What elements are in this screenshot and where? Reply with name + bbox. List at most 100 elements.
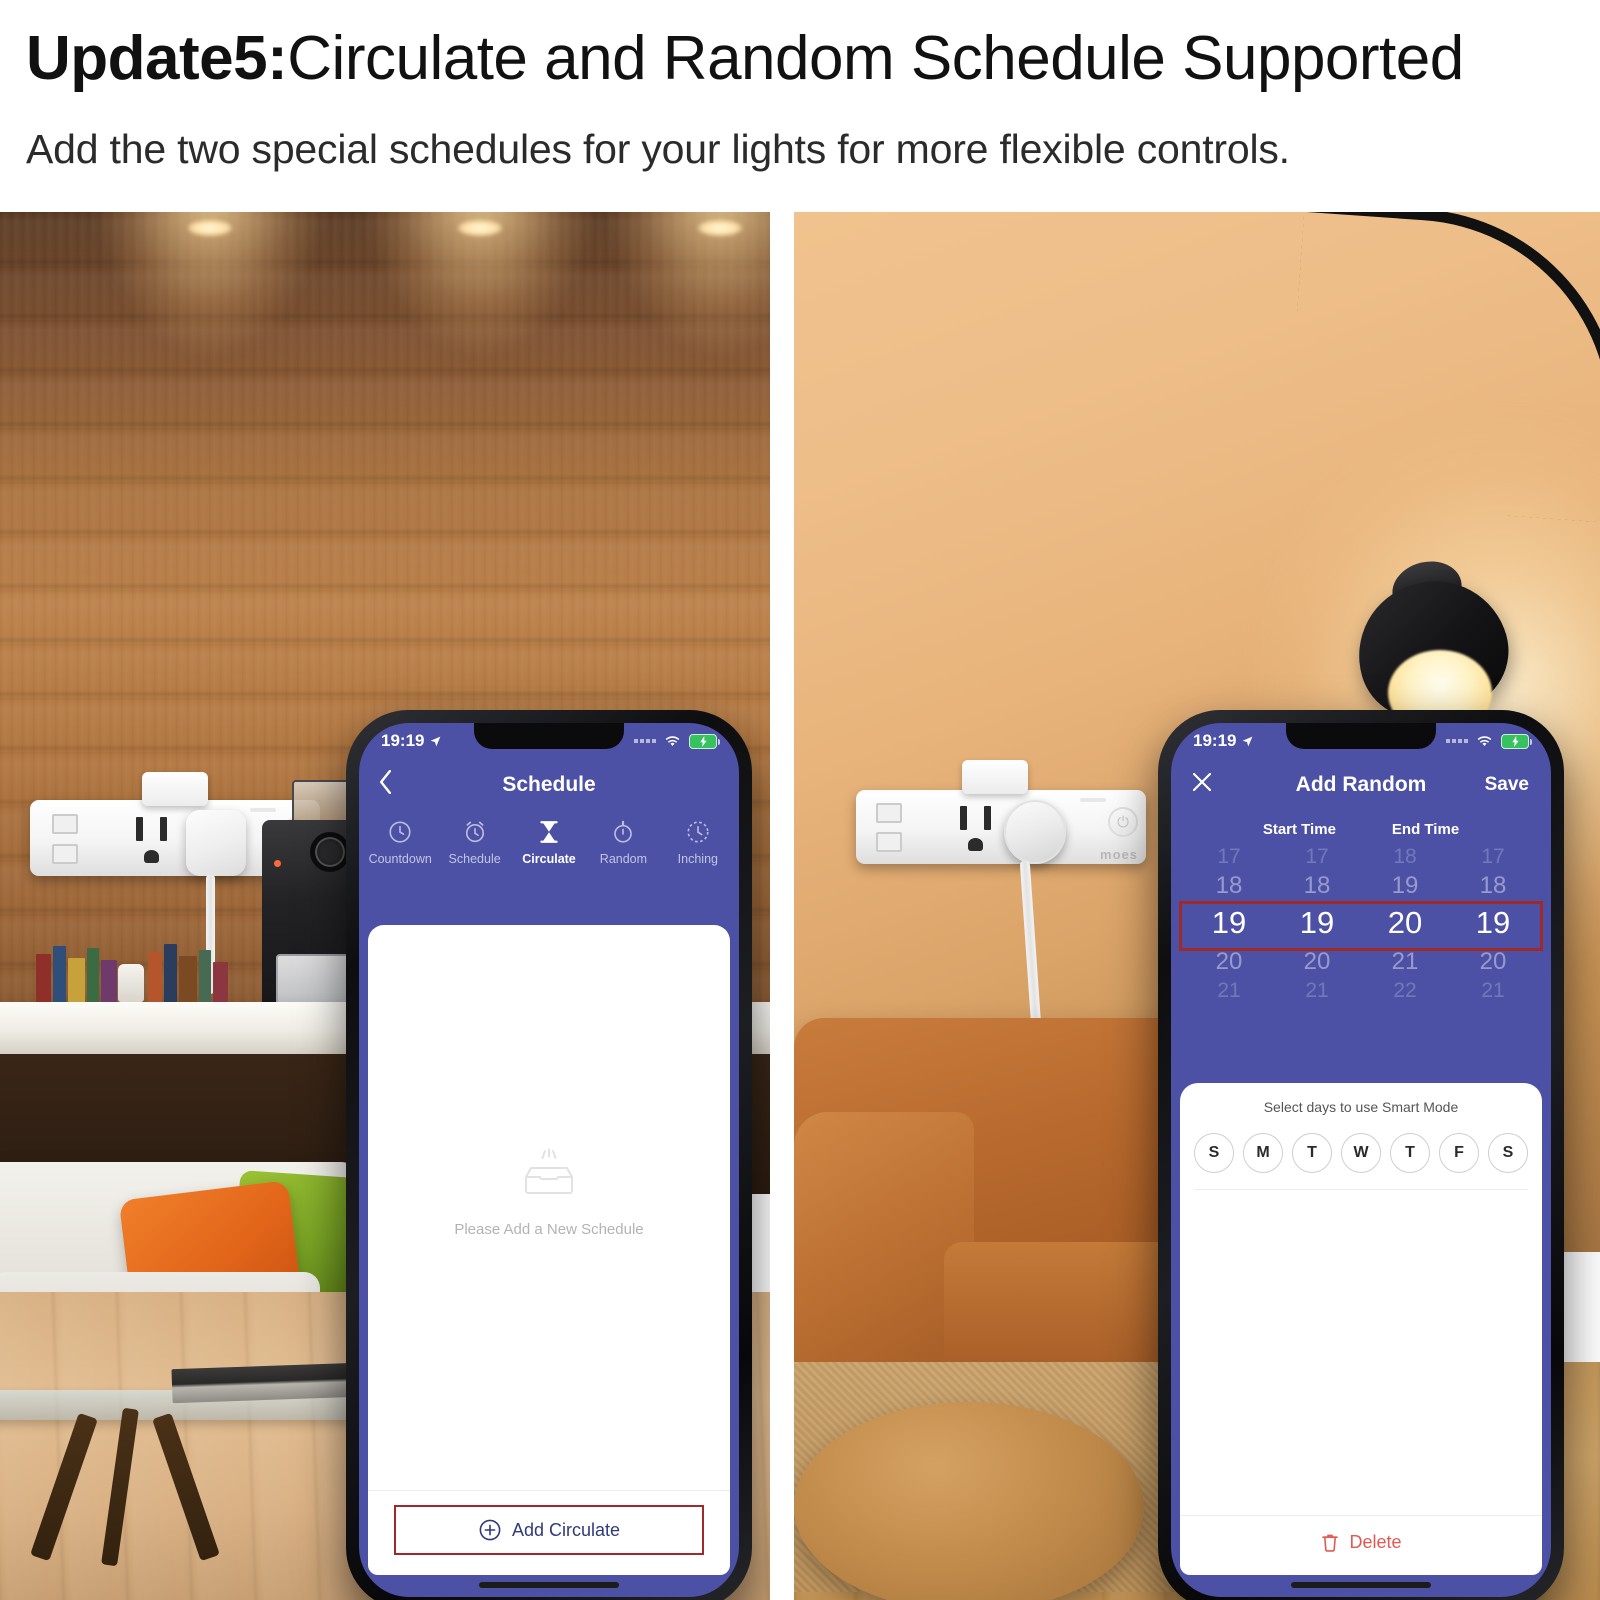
coffee-dial: [310, 832, 350, 872]
tab-countdown[interactable]: Countdown: [363, 819, 437, 866]
page-subtitle: Add the two special schedules for your l…: [26, 126, 1290, 172]
brand-label-right: moes: [1100, 847, 1138, 862]
day-sat[interactable]: S: [1488, 1133, 1528, 1173]
picker-cell: 18: [1215, 872, 1243, 900]
picker-cell: 17: [1481, 845, 1505, 868]
status-left-group: 19:19: [1193, 731, 1254, 751]
picker-cell: 18: [1303, 872, 1331, 900]
panel-divider: [770, 212, 794, 1600]
day-thu[interactable]: T: [1390, 1133, 1430, 1173]
nav-title-left: Schedule: [502, 773, 596, 796]
usb-port-icon: [876, 803, 902, 823]
tab-schedule[interactable]: Schedule: [437, 819, 511, 866]
phone-notch: [474, 723, 624, 749]
picker-cell: 17: [1217, 845, 1241, 868]
phone-right: 19:19 Add Random Save Start Time End Tim…: [1158, 710, 1564, 1600]
coffee-indicator: [274, 860, 281, 867]
day-fri[interactable]: F: [1439, 1133, 1479, 1173]
close-x-icon: [1192, 772, 1212, 792]
delete-label: Delete: [1349, 1532, 1402, 1552]
status-left-group: 19:19: [381, 731, 442, 751]
tab-circulate-label: Circulate: [522, 852, 576, 866]
home-indicator: [1291, 1582, 1431, 1588]
tab-inching[interactable]: Inching: [661, 819, 735, 866]
battery-charging-icon: [689, 733, 720, 749]
picker-cell: 20: [1303, 948, 1331, 976]
socket-slot: [160, 817, 167, 841]
status-time: 19:19: [381, 731, 425, 750]
delete-button[interactable]: Delete: [1180, 1515, 1542, 1575]
back-button[interactable]: [379, 769, 392, 800]
strip-mount-tab: [142, 772, 208, 806]
book: [36, 954, 51, 1002]
tab-circulate[interactable]: Circulate: [512, 819, 586, 866]
day-selector: S M T W T F S: [1180, 1119, 1542, 1189]
socket-slot: [960, 806, 967, 830]
tab-schedule-label: Schedule: [448, 852, 501, 866]
day-wed[interactable]: W: [1341, 1133, 1381, 1173]
picker-cell: 20: [1479, 948, 1507, 976]
book: [213, 962, 228, 1002]
picker-cell: 21: [1305, 978, 1329, 1002]
smart-mode-sheet: Select days to use Smart Mode S M T W T …: [1180, 1083, 1542, 1575]
picker-row-selected[interactable]: 19 19 20 19: [1185, 901, 1537, 946]
table-books: [171, 1362, 359, 1404]
add-circulate-label: Add Circulate: [511, 1519, 621, 1540]
phone-right-screen: 19:19 Add Random Save Start Time End Tim…: [1171, 723, 1551, 1597]
page-header: Update5:Circulate and Random Schedule Su…: [0, 0, 1600, 210]
power-button-icon[interactable]: ⏻: [1108, 807, 1138, 837]
usb-port-icon: [52, 814, 78, 834]
picker-column-headers: Start Time End Time: [1171, 811, 1551, 844]
tab-random[interactable]: Random: [586, 819, 660, 866]
sheet-spacer: [1180, 1190, 1542, 1515]
picker-cell: 20: [1215, 948, 1243, 976]
status-right-group: [634, 733, 720, 749]
usb-port-icon: [52, 844, 78, 864]
nav-bar-left: Schedule: [359, 759, 739, 811]
empty-state-text: Please Add a New Schedule: [454, 1221, 644, 1238]
schedule-content-sheet: Please Add a New Schedule Add Circulate: [368, 925, 730, 1575]
picker-cell-selected: 19: [1475, 905, 1511, 941]
book: [87, 948, 99, 1002]
save-button[interactable]: Save: [1485, 774, 1529, 796]
empty-state: Please Add a New Schedule: [368, 925, 730, 1490]
indicator-leds: [1080, 798, 1106, 802]
picker-cell: 18: [1393, 845, 1417, 868]
close-button[interactable]: [1191, 771, 1213, 799]
strip-mount-tab: [962, 760, 1028, 794]
picker-cell: 17: [1305, 845, 1329, 868]
picker-cell-selected: 19: [1299, 905, 1335, 941]
book: [53, 946, 66, 1002]
location-arrow-icon: [431, 736, 441, 746]
empty-inbox-icon: [525, 1148, 573, 1194]
ceiling-light: [188, 220, 232, 236]
usb-port-icon: [876, 832, 902, 852]
socket-ground: [144, 850, 159, 863]
location-arrow-icon: [1243, 736, 1253, 746]
signal-dots-icon: [1446, 739, 1468, 743]
wall-spotlight: [60, 212, 360, 602]
chevron-left-icon: [379, 769, 392, 795]
time-picker-wheels[interactable]: 17 17 18 17 18 18 19 18 19 19 20 19 20 2…: [1171, 844, 1551, 1004]
nav-bar-right: Add Random Save: [1171, 759, 1551, 811]
picker-cell: 21: [1217, 978, 1241, 1002]
day-tue[interactable]: T: [1292, 1133, 1332, 1173]
page-title-bold: Update5:: [26, 24, 288, 93]
smart-power-strip-right: ⏻ moes: [856, 790, 1146, 864]
page-root: Update5:Circulate and Random Schedule Su…: [0, 0, 1600, 1600]
page-title: Update5:Circulate and Random Schedule Su…: [26, 28, 1464, 90]
day-sun[interactable]: S: [1194, 1133, 1234, 1173]
socket-slot: [136, 817, 143, 841]
plug-head: [1004, 800, 1066, 864]
book: [148, 952, 162, 1002]
day-mon[interactable]: M: [1243, 1133, 1283, 1173]
picker-cell-selected: 19: [1211, 905, 1247, 941]
wifi-icon: [1477, 736, 1492, 747]
timer-dial-icon: [685, 819, 711, 845]
add-circulate-button[interactable]: Add Circulate: [394, 1505, 704, 1555]
start-time-label: Start Time: [1262, 821, 1336, 838]
round-side-table: [794, 1402, 1144, 1600]
picker-row: 17 17 18 17: [1185, 844, 1537, 870]
phone-notch: [1286, 723, 1436, 749]
smart-mode-title: Select days to use Smart Mode: [1263, 1099, 1459, 1115]
